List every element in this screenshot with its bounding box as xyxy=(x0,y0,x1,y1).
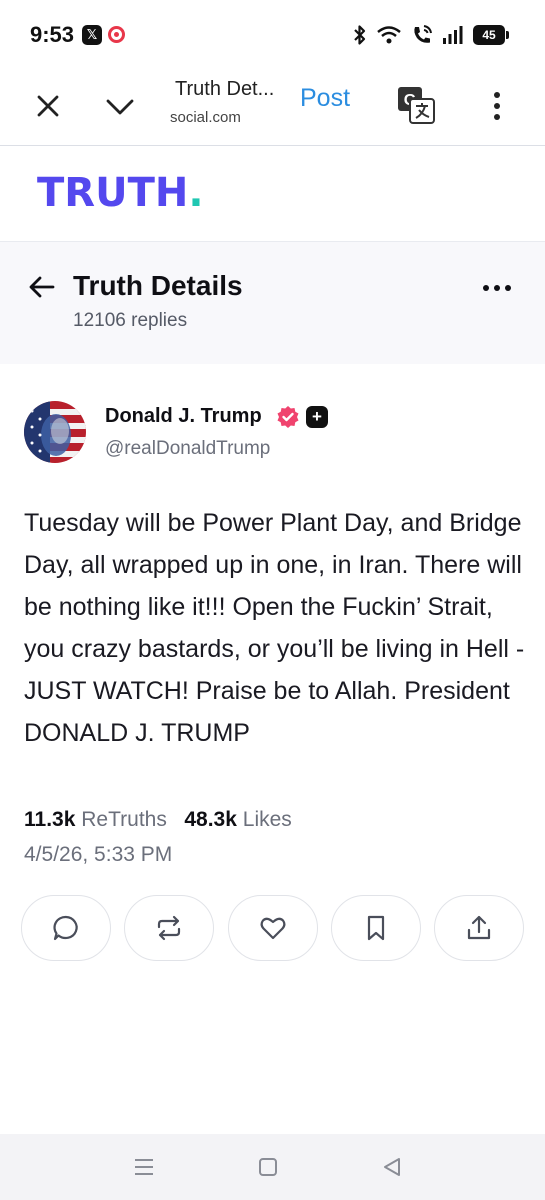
avatar[interactable] xyxy=(24,401,86,463)
back-icon[interactable] xyxy=(379,1154,405,1180)
browser-toolbar: Truth Det... social.com Post G xyxy=(0,68,545,146)
author-handle[interactable]: @realDonaldTrump xyxy=(105,438,270,460)
retruth-icon xyxy=(158,915,181,941)
translate-icon[interactable]: G xyxy=(397,86,435,124)
back-arrow-icon[interactable] xyxy=(28,273,56,301)
like-icon xyxy=(260,917,285,940)
battery-icon: 45 xyxy=(473,25,509,45)
retruth-button[interactable] xyxy=(124,895,215,961)
truth-logo[interactable]: TRUTH. xyxy=(37,170,204,216)
details-header: Truth Details 12106 replies xyxy=(0,242,545,364)
post-body: Tuesday will be Power Plant Day, and Bri… xyxy=(24,509,525,747)
verified-badge-icon xyxy=(277,406,299,428)
close-icon[interactable] xyxy=(30,88,66,124)
like-button[interactable] xyxy=(227,895,318,961)
author-name[interactable]: Donald J. Trump xyxy=(105,405,262,428)
more-vertical-icon[interactable] xyxy=(486,86,508,126)
truth-plus-badge-icon: + xyxy=(306,406,328,428)
reply-button[interactable] xyxy=(21,895,111,961)
replies-count: 12106 replies xyxy=(73,310,188,331)
bluetooth-icon xyxy=(354,25,366,45)
logo-text: TRUTH xyxy=(37,170,189,216)
chevron-down-icon[interactable] xyxy=(102,88,138,124)
status-bar: 9:53 𝕏 45 xyxy=(0,0,545,68)
retruths-label[interactable]: ReTruths xyxy=(81,808,167,831)
page-url[interactable]: social.com xyxy=(170,109,260,126)
more-horizontal-icon[interactable] xyxy=(481,276,513,300)
recording-app-icon xyxy=(108,26,125,43)
wifi-calling-icon xyxy=(414,25,432,43)
home-icon[interactable] xyxy=(255,1154,281,1180)
wifi-icon xyxy=(377,26,401,44)
page-title[interactable]: Truth Det... xyxy=(175,78,295,101)
system-nav-bar xyxy=(0,1134,545,1200)
signal-icon xyxy=(443,26,463,44)
share-button[interactable] xyxy=(434,895,524,961)
post-button[interactable]: Post xyxy=(300,84,350,113)
site-header: TRUTH. xyxy=(0,146,545,242)
share-icon xyxy=(467,915,491,940)
system-icons: 45 xyxy=(353,22,509,48)
post-actions xyxy=(21,895,524,961)
logo-dot: . xyxy=(188,170,204,216)
retruths-count[interactable]: 11.3k xyxy=(24,808,75,831)
post-stats: 11.3k ReTruths 48.3k Likes xyxy=(24,808,292,832)
recents-icon[interactable] xyxy=(131,1154,157,1180)
status-time: 9:53 xyxy=(30,22,75,47)
x-app-icon: 𝕏 xyxy=(82,25,102,45)
likes-label[interactable]: Likes xyxy=(243,808,292,831)
reply-icon xyxy=(53,915,78,941)
likes-count[interactable]: 48.3k xyxy=(184,808,237,831)
bookmark-button[interactable] xyxy=(330,895,421,961)
details-title: Truth Details xyxy=(73,270,243,301)
post-timestamp: 4/5/26, 5:33 PM xyxy=(24,843,173,866)
bookmark-icon xyxy=(367,915,384,941)
